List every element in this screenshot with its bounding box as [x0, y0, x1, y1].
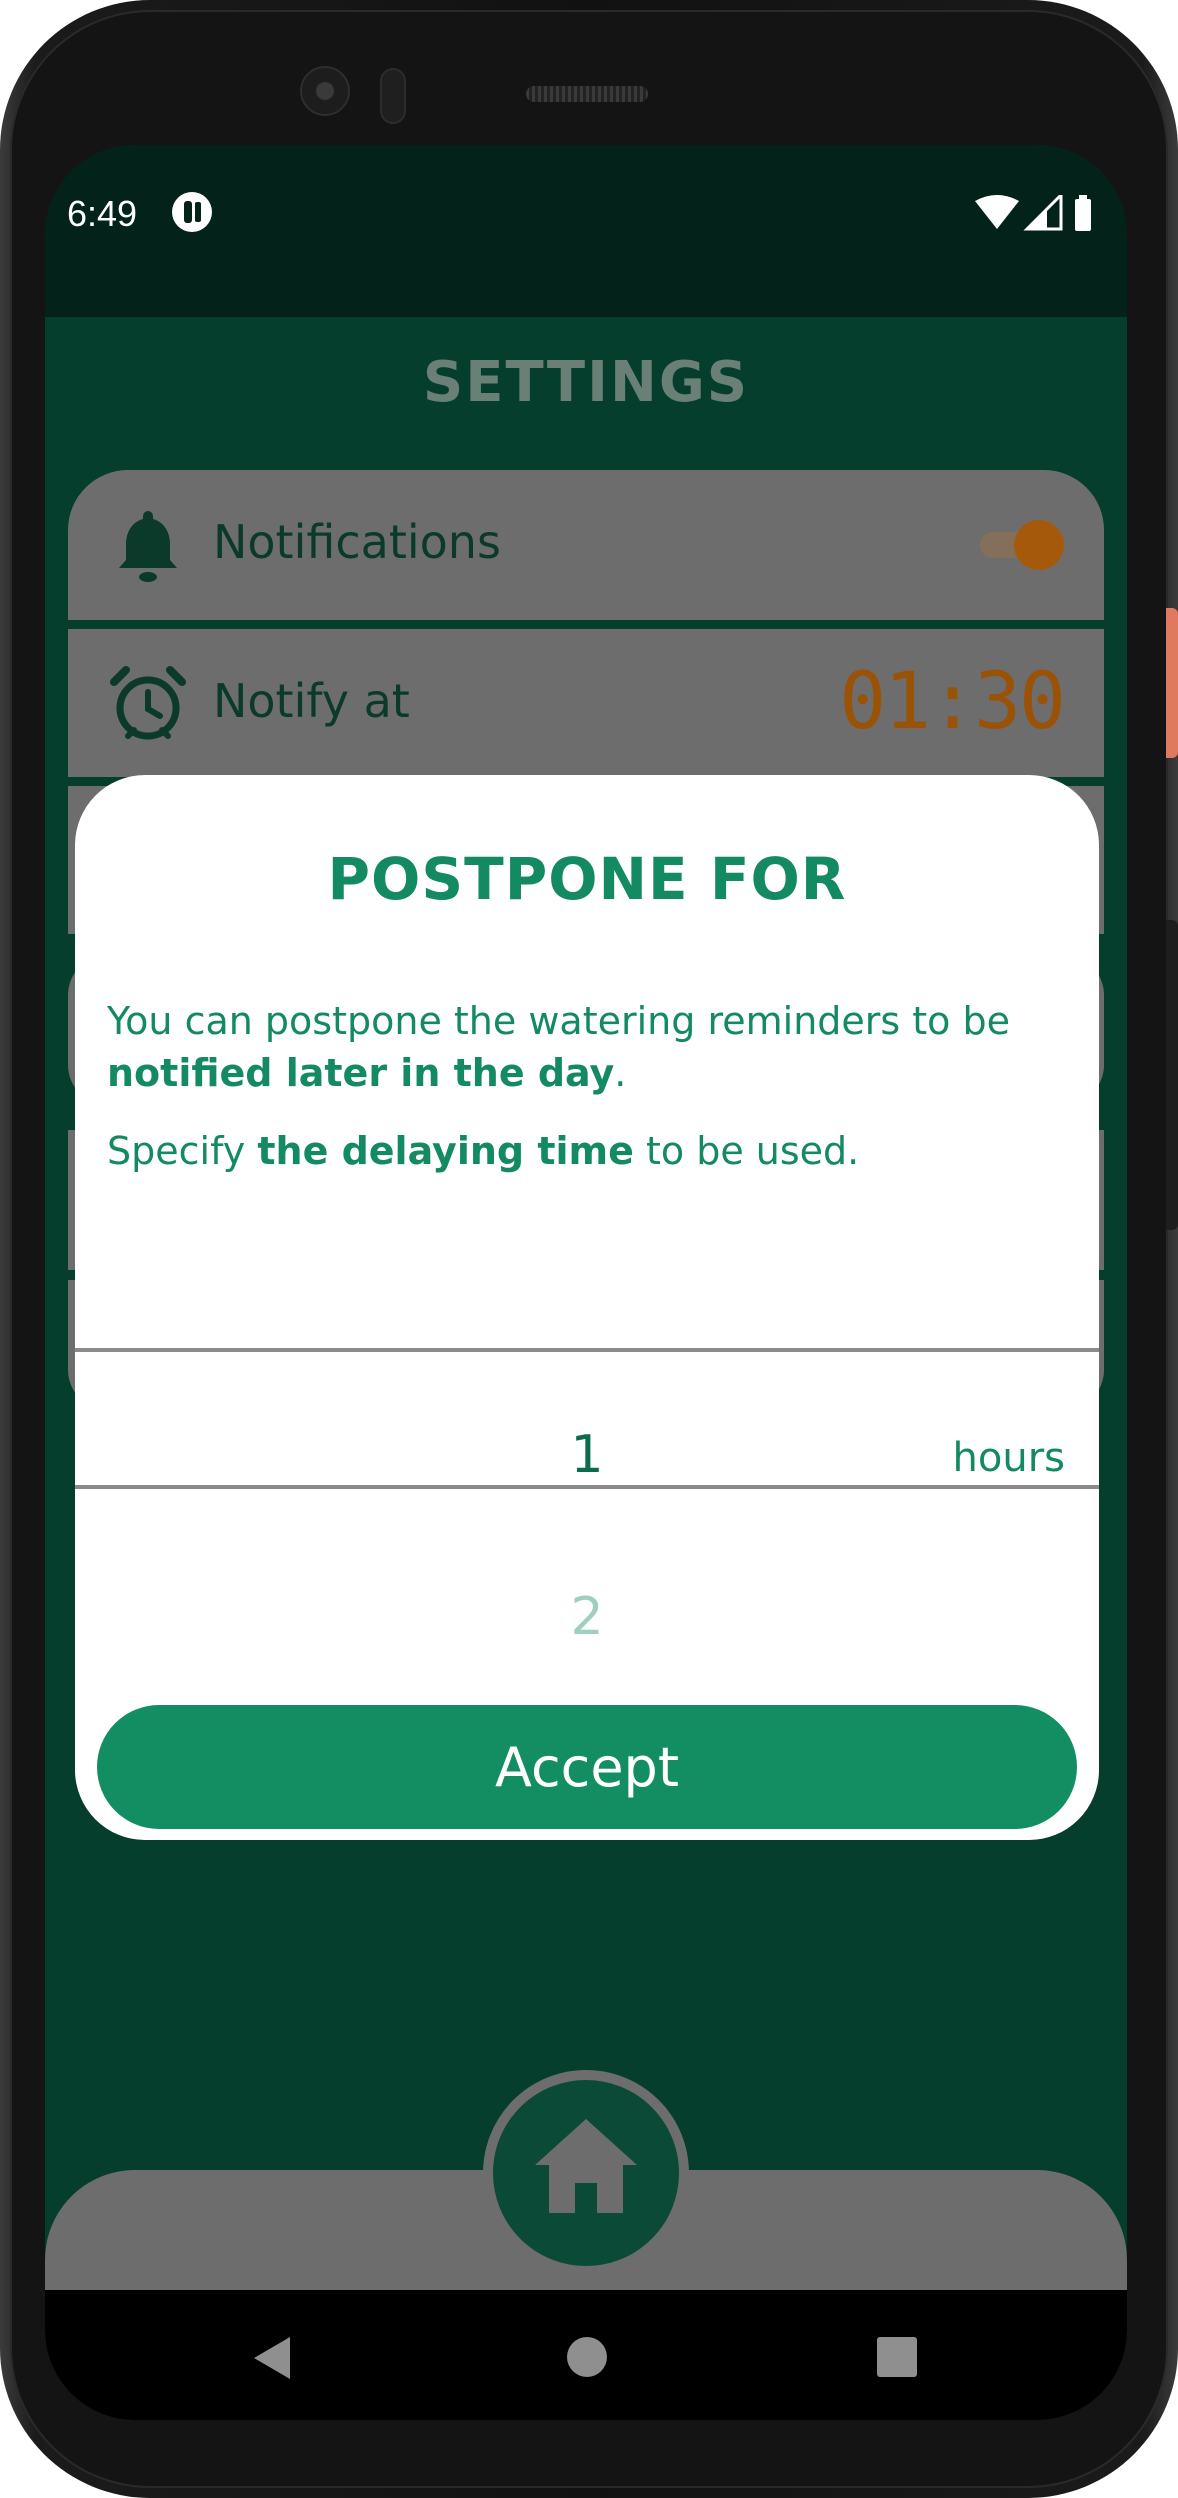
app-notification-icon	[172, 192, 212, 232]
back-triangle-icon[interactable]	[250, 2335, 294, 2381]
status-icons	[975, 191, 1105, 231]
recent-square-icon[interactable]	[875, 2335, 919, 2379]
dialog-text: .	[614, 1051, 627, 1095]
proximity-sensor	[380, 68, 406, 124]
front-camera	[300, 66, 350, 116]
page-title: SETTINGS	[422, 350, 750, 415]
home-button[interactable]	[483, 2070, 689, 2276]
screen: 6:49 SETTINGS Notifications Notify at 01…	[45, 145, 1127, 2420]
accept-button[interactable]: Accept	[97, 1705, 1077, 1829]
postpone-dialog: POSTPONE FOR You can postpone the wateri…	[75, 775, 1099, 1840]
signal-icon	[1023, 191, 1063, 231]
notifications-toggle[interactable]	[974, 520, 1064, 570]
picker-next-value[interactable]: 2	[75, 1587, 1099, 1647]
dialog-title: POSTPONE FOR	[327, 845, 847, 913]
home-circle-icon[interactable]	[565, 2335, 609, 2379]
picker-divider-top	[75, 1348, 1099, 1352]
home-icon	[535, 2119, 637, 2213]
alarm-clock-icon	[110, 666, 186, 740]
status-time: 6:49	[67, 193, 138, 234]
dialog-text: to be used.	[633, 1129, 860, 1173]
dialog-text: You can postpone the watering reminders …	[107, 999, 1011, 1043]
picker-selected-value[interactable]: 1	[75, 1425, 1099, 1485]
picker-divider-bottom	[75, 1485, 1099, 1489]
phone-frame: 6:49 SETTINGS Notifications Notify at 01…	[0, 0, 1178, 2498]
setting-label: Notify at	[213, 674, 410, 728]
toggle-knob	[1014, 520, 1064, 570]
volume-button[interactable]	[1166, 920, 1178, 1230]
power-button[interactable]	[1166, 608, 1178, 758]
earpiece-speaker	[526, 86, 648, 102]
battery-icon	[1075, 195, 1091, 231]
dialog-instruction: Specify the delaying time to be used.	[107, 1125, 1067, 1177]
settings-item-notify-at[interactable]: Notify at 01:30	[68, 629, 1104, 777]
settings-item-notifications[interactable]: Notifications	[68, 470, 1104, 620]
bell-icon	[119, 511, 177, 582]
status-bar: 6:49	[45, 145, 1127, 317]
picker-unit-label: hours	[952, 1435, 1065, 1481]
dialog-text-bold: notified later in the day	[107, 1051, 615, 1095]
dialog-text: Specify	[107, 1129, 258, 1173]
dialog-description: You can postpone the watering reminders …	[107, 995, 1067, 1099]
setting-label: Notifications	[213, 515, 501, 569]
system-nav-bar	[45, 2290, 1127, 2420]
dialog-text-bold: the delaying time	[257, 1129, 634, 1173]
notify-time-value[interactable]: 01:30	[839, 657, 1066, 747]
wifi-icon	[975, 195, 1019, 229]
